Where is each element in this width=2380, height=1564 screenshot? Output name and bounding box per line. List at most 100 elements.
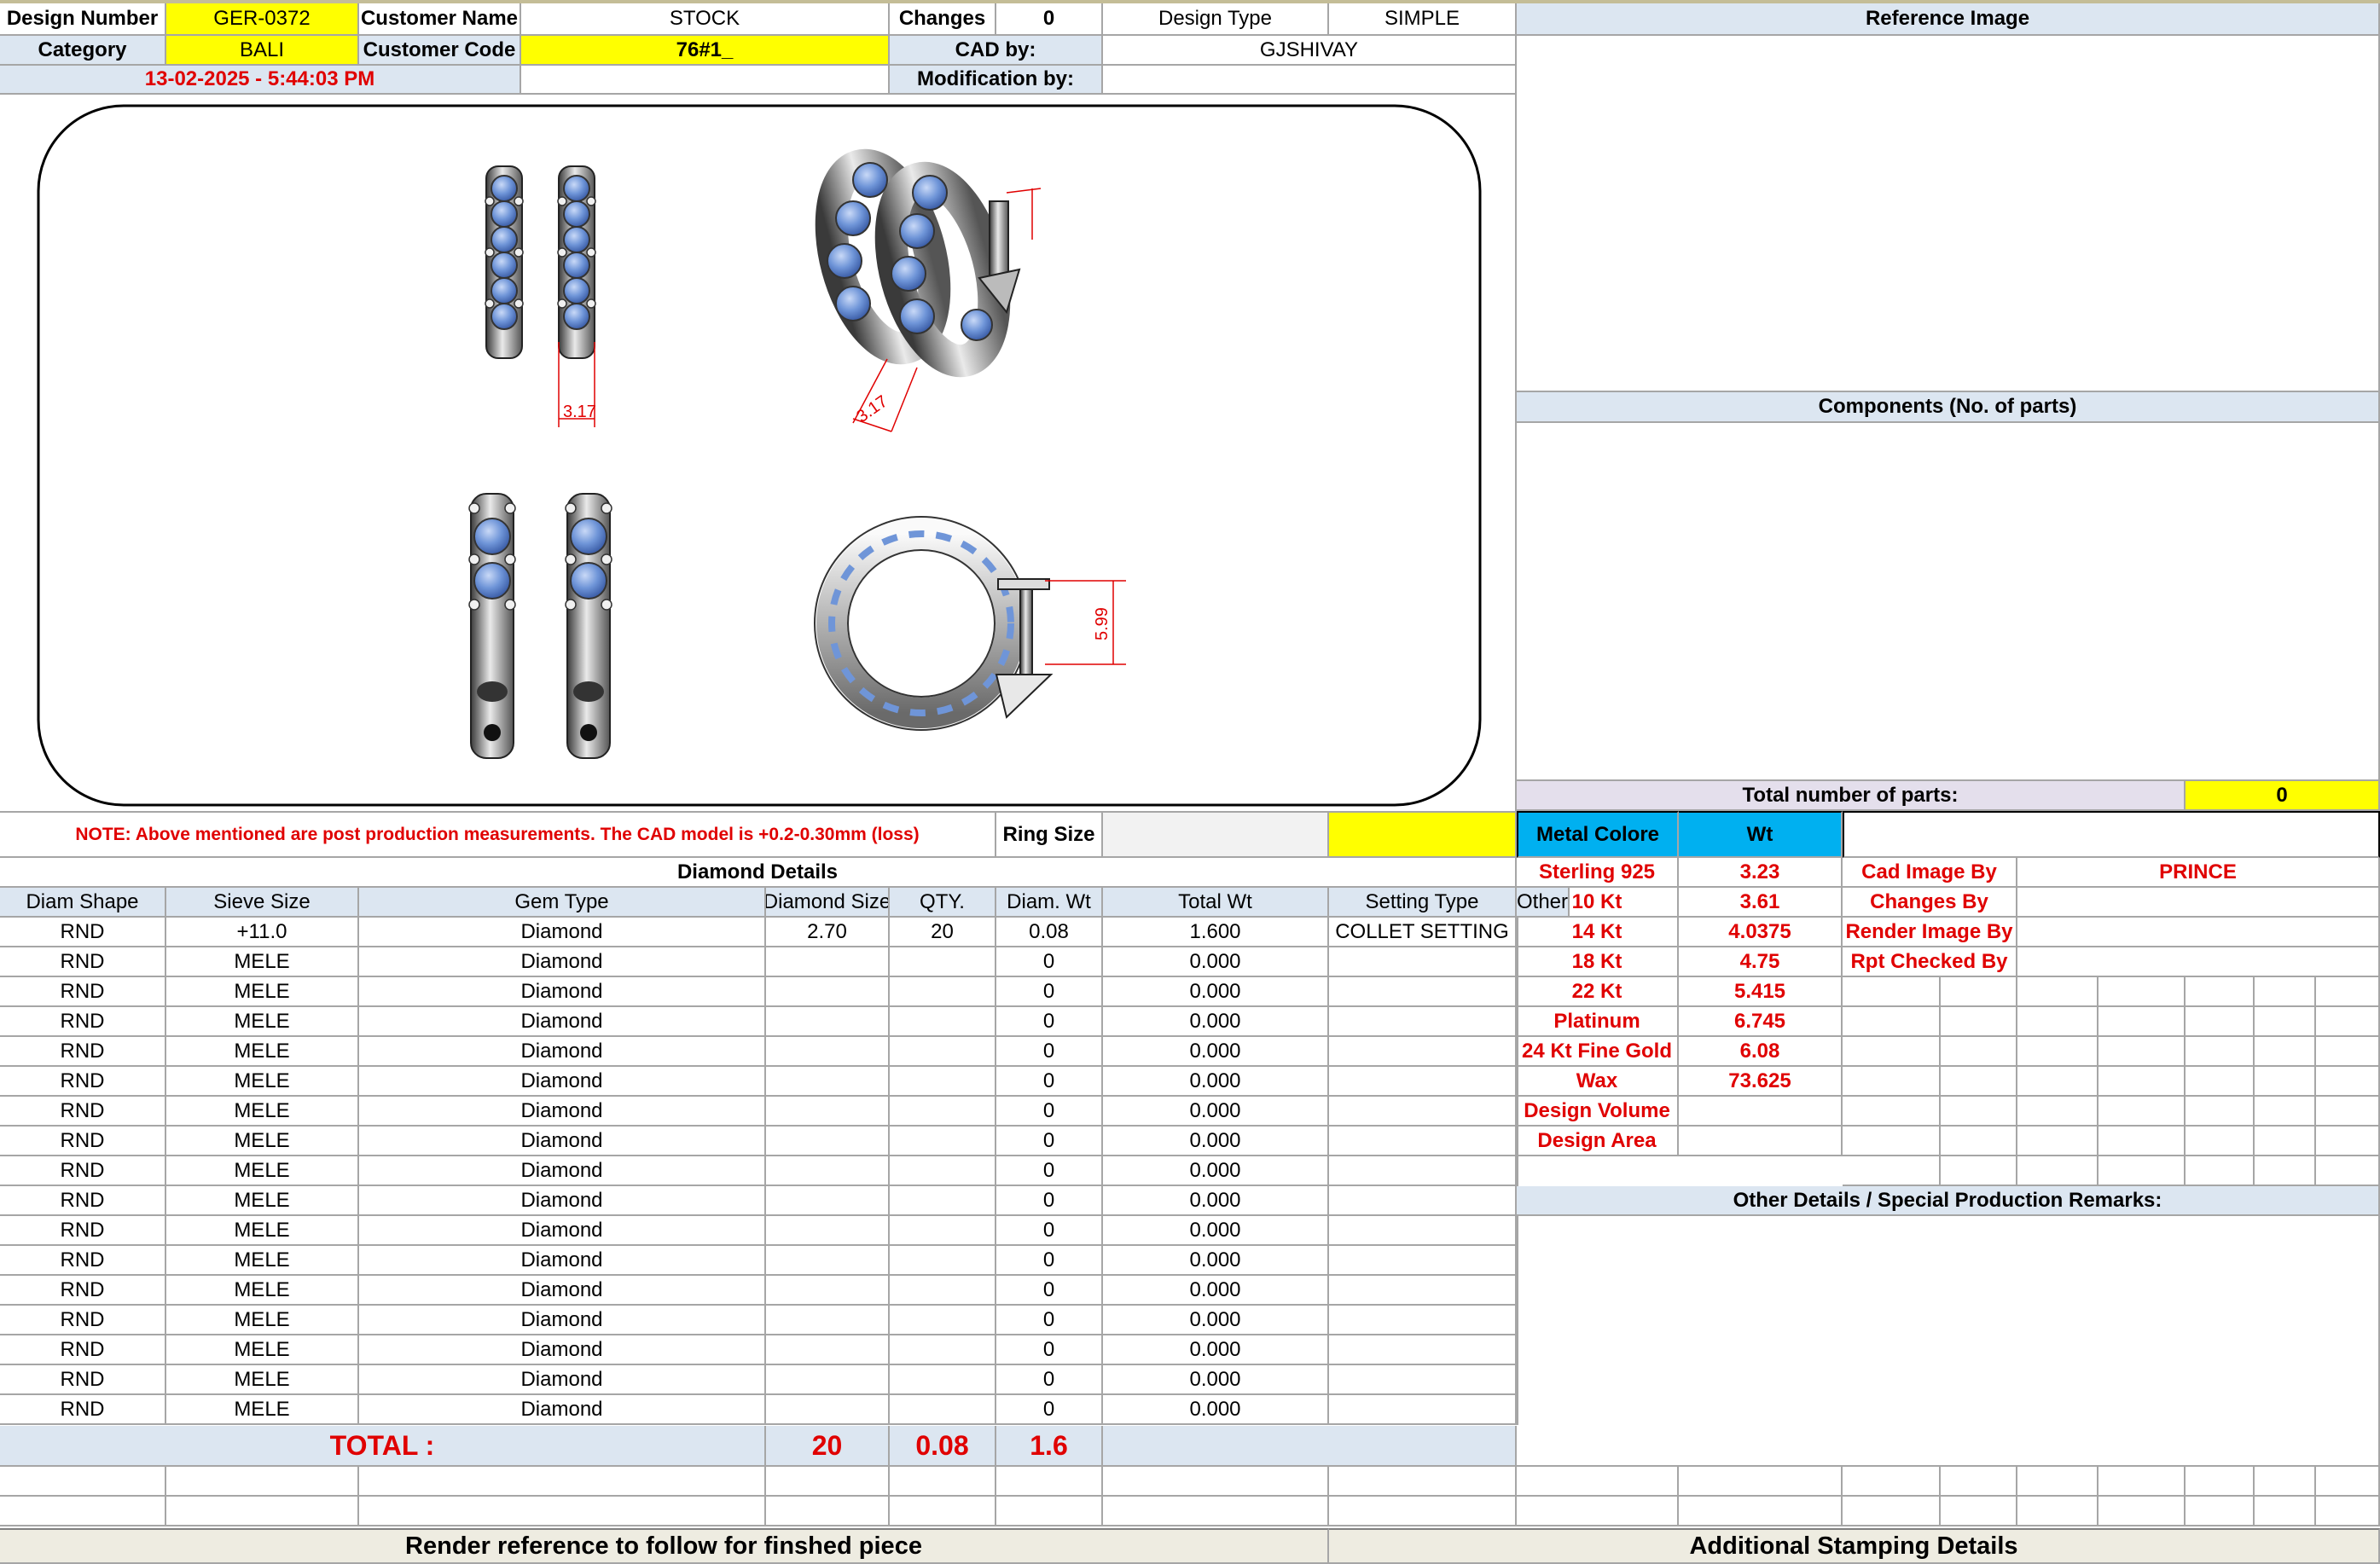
cell-gem-type[interactable]: Diamond xyxy=(359,918,766,947)
cell-other[interactable] xyxy=(1517,1156,1518,1186)
cell-sieve-size[interactable]: MELE xyxy=(166,947,359,977)
cell-diamond-size[interactable] xyxy=(766,1127,890,1156)
cell-gem-type[interactable]: Diamond xyxy=(359,1306,766,1335)
metal-wt[interactable]: 5.415 xyxy=(1679,977,1843,1007)
cell-diam-shape[interactable]: RND xyxy=(0,1097,166,1127)
cell-diam-wt[interactable]: 0 xyxy=(996,947,1103,977)
cell-diam-shape[interactable]: RND xyxy=(0,1306,166,1335)
cell-sieve-size[interactable]: MELE xyxy=(166,1186,359,1216)
cell-sieve-size[interactable]: MELE xyxy=(166,1037,359,1067)
cell-diamond-size[interactable] xyxy=(766,1335,890,1365)
cell-sieve-size[interactable]: MELE xyxy=(166,977,359,1007)
cell-total-wt[interactable]: 0.000 xyxy=(1103,1246,1329,1276)
cell-setting-type[interactable] xyxy=(1329,977,1517,1007)
cell-diam-shape[interactable]: RND xyxy=(0,1365,166,1395)
modification-by-value[interactable] xyxy=(1103,66,1517,95)
cell-sieve-size[interactable]: MELE xyxy=(166,1365,359,1395)
cell-diamond-size[interactable] xyxy=(766,1306,890,1335)
cell-setting-type[interactable] xyxy=(1329,1365,1517,1395)
cell-qty[interactable] xyxy=(890,1246,996,1276)
cell-diam-wt[interactable]: 0 xyxy=(996,1037,1103,1067)
cell-diam-wt[interactable]: 0 xyxy=(996,1156,1103,1186)
cell-diam-shape[interactable]: RND xyxy=(0,1127,166,1156)
cell-total-wt[interactable]: 0.000 xyxy=(1103,1335,1329,1365)
cell-diamond-size[interactable] xyxy=(766,1156,890,1186)
metal-wt[interactable]: 3.23 xyxy=(1679,858,1843,888)
cell-qty[interactable] xyxy=(890,1097,996,1127)
cell-diam-wt[interactable]: 0 xyxy=(996,1216,1103,1246)
cell-sieve-size[interactable]: MELE xyxy=(166,1216,359,1246)
cell-setting-type[interactable] xyxy=(1329,1067,1517,1097)
render-image-by-value[interactable] xyxy=(2017,918,2380,947)
cell-gem-type[interactable]: Diamond xyxy=(359,1097,766,1127)
design-number-value[interactable]: GER-0372 xyxy=(166,3,359,36)
cell-setting-type[interactable] xyxy=(1329,1306,1517,1335)
metal-wt[interactable]: 6.08 xyxy=(1679,1037,1843,1067)
cell-total-wt[interactable]: 0.000 xyxy=(1103,1306,1329,1335)
cell-setting-type[interactable] xyxy=(1329,1186,1517,1216)
cell-diamond-size[interactable] xyxy=(766,1097,890,1127)
metal-wt[interactable]: 6.745 xyxy=(1679,1007,1843,1037)
cell-diam-shape[interactable]: RND xyxy=(0,1007,166,1037)
cell-diam-wt[interactable]: 0 xyxy=(996,1007,1103,1037)
cell-qty[interactable] xyxy=(890,1216,996,1246)
cell-gem-type[interactable]: Diamond xyxy=(359,1216,766,1246)
cell-diamond-size[interactable] xyxy=(766,1246,890,1276)
cell-diamond-size[interactable] xyxy=(766,977,890,1007)
cell-qty[interactable] xyxy=(890,1335,996,1365)
cell-qty[interactable] xyxy=(890,1365,996,1395)
cell-diam-wt[interactable]: 0 xyxy=(996,1306,1103,1335)
cell-total-wt[interactable]: 0.000 xyxy=(1103,1037,1329,1067)
cell-gem-type[interactable]: Diamond xyxy=(359,1365,766,1395)
metal-wt[interactable] xyxy=(1679,1127,1843,1156)
cell-setting-type[interactable] xyxy=(1329,1037,1517,1067)
customer-code-value[interactable]: 76#1_ xyxy=(521,36,890,66)
cell-sieve-size[interactable]: +11.0 xyxy=(166,918,359,947)
changes-by-value[interactable] xyxy=(2017,888,2380,918)
cell-setting-type[interactable] xyxy=(1329,1127,1517,1156)
metal-wt[interactable]: 73.625 xyxy=(1679,1067,1843,1097)
cell-diam-shape[interactable]: RND xyxy=(0,1216,166,1246)
cell-diamond-size[interactable] xyxy=(766,1037,890,1067)
cell-diam-shape[interactable]: RND xyxy=(0,1395,166,1425)
cell-diam-wt[interactable]: 0 xyxy=(996,1097,1103,1127)
cell-diam-wt[interactable]: 0 xyxy=(996,1276,1103,1306)
cell-total-wt[interactable]: 0.000 xyxy=(1103,1067,1329,1097)
cell-qty[interactable] xyxy=(890,1306,996,1335)
cell-qty[interactable] xyxy=(890,1395,996,1425)
cell-qty[interactable] xyxy=(890,947,996,977)
cell-total-wt[interactable]: 0.000 xyxy=(1103,1216,1329,1246)
cell-total-wt[interactable]: 0.000 xyxy=(1103,1007,1329,1037)
cell-setting-type[interactable] xyxy=(1329,1395,1517,1425)
metal-wt[interactable]: 3.61 xyxy=(1679,888,1843,918)
cell-setting-type[interactable] xyxy=(1329,1007,1517,1037)
cell-total-wt[interactable]: 0.000 xyxy=(1103,1276,1329,1306)
cell-sieve-size[interactable]: MELE xyxy=(166,1097,359,1127)
cell-gem-type[interactable]: Diamond xyxy=(359,947,766,977)
cell-diam-wt[interactable]: 0 xyxy=(996,1246,1103,1276)
cell-diam-wt[interactable]: 0 xyxy=(996,977,1103,1007)
cell-gem-type[interactable]: Diamond xyxy=(359,1395,766,1425)
cell-sieve-size[interactable]: MELE xyxy=(166,1067,359,1097)
cell-gem-type[interactable]: Diamond xyxy=(359,1186,766,1216)
cell-qty[interactable] xyxy=(890,1186,996,1216)
cell-sieve-size[interactable]: MELE xyxy=(166,1276,359,1306)
cell-qty[interactable] xyxy=(890,977,996,1007)
cell-diam-wt[interactable]: 0 xyxy=(996,1127,1103,1156)
cell-diamond-size[interactable] xyxy=(766,1186,890,1216)
cell-qty[interactable] xyxy=(890,1156,996,1186)
cell-sieve-size[interactable]: MELE xyxy=(166,1007,359,1037)
cell-setting-type[interactable] xyxy=(1329,947,1517,977)
cell-qty[interactable] xyxy=(890,1067,996,1097)
cell-sieve-size[interactable]: MELE xyxy=(166,1306,359,1335)
cell-diam-wt[interactable]: 0 xyxy=(996,1186,1103,1216)
metal-wt[interactable]: 4.0375 xyxy=(1679,918,1843,947)
cell-total-wt[interactable]: 0.000 xyxy=(1103,1097,1329,1127)
cell-total-wt[interactable]: 0.000 xyxy=(1103,1395,1329,1425)
cell-qty[interactable] xyxy=(890,1127,996,1156)
cell-diamond-size[interactable] xyxy=(766,1007,890,1037)
cell-diamond-size[interactable] xyxy=(766,1067,890,1097)
cell-diam-shape[interactable]: RND xyxy=(0,918,166,947)
cell-diam-wt[interactable]: 0 xyxy=(996,1395,1103,1425)
cell-diamond-size[interactable] xyxy=(766,947,890,977)
